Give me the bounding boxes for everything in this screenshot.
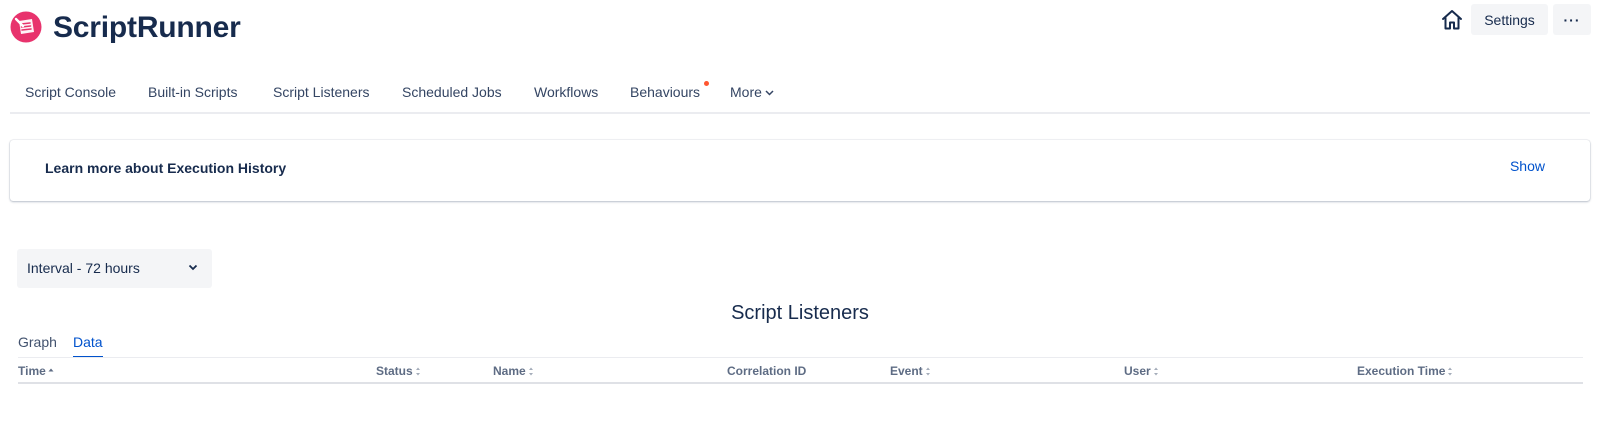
sort-ascending-icon [48, 368, 54, 372]
sort-icon [528, 367, 533, 376]
scriptrunner-logo-icon [10, 11, 42, 43]
main-nav: Script Console Built-in Scripts Script L… [10, 76, 1590, 114]
chevron-down-icon [765, 90, 774, 96]
more-actions-button[interactable]: ··· [1553, 4, 1591, 35]
column-header-time[interactable]: Time [18, 364, 54, 378]
nav-item-behaviours[interactable]: Behaviours [630, 83, 700, 101]
tab-graph[interactable]: Graph [18, 334, 57, 356]
panel-title: Learn more about Execution History [45, 160, 287, 176]
tab-data[interactable]: Data [73, 334, 103, 358]
column-label: Time [18, 364, 46, 378]
nav-item-scheduled-jobs[interactable]: Scheduled Jobs [402, 83, 502, 101]
execution-history-panel: Learn more about Execution History Show [10, 140, 1590, 201]
nav-item-script-console[interactable]: Script Console [25, 83, 116, 101]
table-header: Time Status Name Correlation ID Event Us… [18, 357, 1583, 384]
settings-button[interactable]: Settings [1471, 4, 1548, 35]
column-label: Status [376, 364, 413, 378]
chevron-down-icon [188, 264, 198, 271]
show-link[interactable]: Show [1510, 158, 1545, 174]
app-header: ScriptRunner Settings ··· [0, 0, 1600, 56]
sort-icon [925, 367, 930, 376]
home-icon [1442, 10, 1462, 30]
column-header-correlation-id: Correlation ID [727, 364, 806, 378]
column-label: Name [493, 364, 526, 378]
nav-item-script-listeners[interactable]: Script Listeners [273, 83, 369, 101]
column-label: User [1124, 364, 1151, 378]
sort-icon [1448, 367, 1453, 376]
column-header-execution-time[interactable]: Execution Time [1357, 364, 1453, 378]
column-label: Correlation ID [727, 364, 807, 378]
interval-selected-value: Interval - 72 hours [27, 260, 140, 276]
sort-icon [1153, 367, 1158, 376]
column-header-name[interactable]: Name [493, 364, 534, 378]
nav-more-label: More [730, 84, 762, 100]
interval-select[interactable]: Interval - 72 hours [17, 249, 212, 288]
nav-item-built-in-scripts[interactable]: Built-in Scripts [148, 83, 237, 101]
sort-icon [415, 367, 420, 376]
notification-dot [704, 81, 709, 86]
column-label: Event [890, 364, 923, 378]
section-title: Script Listeners [731, 302, 869, 324]
nav-item-workflows[interactable]: Workflows [534, 83, 598, 101]
column-header-event[interactable]: Event [890, 364, 931, 378]
cut-off-row [18, 416, 538, 422]
brand-name: ScriptRunner [53, 11, 241, 44]
column-label: Execution Time [1357, 364, 1446, 378]
column-header-status[interactable]: Status [376, 364, 421, 378]
column-header-user[interactable]: User [1124, 364, 1159, 378]
home-button[interactable] [1438, 6, 1466, 34]
nav-item-more[interactable]: More [730, 83, 774, 101]
